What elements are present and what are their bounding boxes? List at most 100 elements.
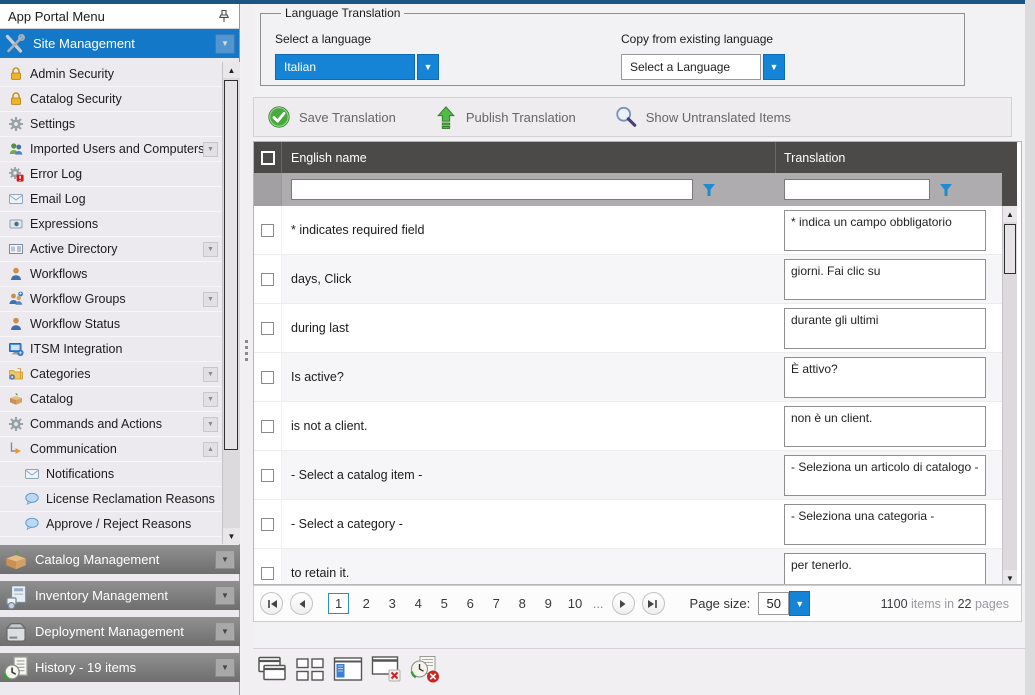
- sidebar-section-catalog-management[interactable]: Catalog Management▼: [0, 545, 240, 574]
- sidebar-item-workflow-groups[interactable]: Workflow Groups▼: [0, 287, 222, 312]
- row-checkbox[interactable]: [261, 322, 274, 335]
- publish-translation-button[interactable]: Publish Translation: [434, 105, 576, 129]
- filter-funnel-icon[interactable]: [939, 183, 953, 197]
- delete-history-icon[interactable]: [408, 655, 441, 684]
- chevron-down-icon[interactable]: ▼: [789, 591, 810, 616]
- chevron-up-icon[interactable]: ▲: [203, 442, 218, 457]
- chevron-down-icon[interactable]: ▼: [417, 54, 439, 80]
- sidebar-item-commands-and-actions[interactable]: Commands and Actions▼: [0, 412, 222, 437]
- chevron-down-icon[interactable]: ▼: [763, 54, 785, 80]
- page-number-5[interactable]: 5: [438, 596, 451, 611]
- sidebar-section-site-management[interactable]: Site Management ▼: [0, 29, 239, 58]
- translation-input[interactable]: [784, 308, 986, 349]
- scrollbar-thumb[interactable]: [224, 80, 238, 450]
- sidebar-section-deployment-management[interactable]: Deployment Management▼: [0, 617, 240, 646]
- language-select-value[interactable]: Italian: [275, 54, 415, 80]
- chevron-down-icon[interactable]: ▼: [203, 392, 218, 407]
- sidebar-section-history-19-items[interactable]: History - 19 items▼: [0, 653, 240, 682]
- page-number-6[interactable]: 6: [464, 596, 477, 611]
- sidebar-item-catalog-security[interactable]: Catalog Security: [0, 87, 222, 112]
- sidebar-item-expressions[interactable]: Expressions: [0, 212, 222, 237]
- sidebar-item-communication[interactable]: Communication▲: [0, 437, 222, 462]
- page-ellipsis[interactable]: ...: [593, 596, 604, 611]
- sidebar-item-approve-reject-reasons[interactable]: Approve / Reject Reasons: [0, 512, 222, 537]
- sidebar-item-license-reclamation-reasons[interactable]: License Reclamation Reasons: [0, 487, 222, 512]
- tile-windows-icon[interactable]: [294, 655, 327, 684]
- page-number-9[interactable]: 9: [542, 596, 555, 611]
- scroll-down-icon[interactable]: ▼: [1003, 570, 1017, 585]
- chevron-down-icon[interactable]: ▼: [215, 34, 235, 54]
- row-checkbox[interactable]: [261, 371, 274, 384]
- row-checkbox[interactable]: [261, 224, 274, 237]
- translation-input[interactable]: [784, 553, 986, 585]
- translation-input[interactable]: [784, 357, 986, 398]
- chevron-down-icon[interactable]: ▼: [203, 142, 218, 157]
- translation-input[interactable]: [784, 210, 986, 251]
- chevron-down-icon[interactable]: ▼: [203, 367, 218, 382]
- sidebar-item-email-log[interactable]: Email Log: [0, 187, 222, 212]
- page-number-4[interactable]: 4: [412, 596, 425, 611]
- select-all-checkbox[interactable]: [261, 151, 275, 165]
- first-page-button[interactable]: [260, 592, 283, 615]
- show-untranslated-button[interactable]: Show Untranslated Items: [614, 105, 791, 129]
- chevron-down-icon[interactable]: ▼: [215, 550, 235, 569]
- translation-input[interactable]: [784, 406, 986, 447]
- translation-input[interactable]: [784, 455, 986, 496]
- language-select[interactable]: Italian ▼: [275, 54, 439, 80]
- last-page-button[interactable]: [642, 592, 665, 615]
- sidebar-section-inventory-management[interactable]: Inventory Management▼: [0, 581, 240, 610]
- sidebar-item-admin-security[interactable]: Admin Security: [0, 62, 222, 87]
- row-checkbox[interactable]: [261, 273, 274, 286]
- chevron-down-icon[interactable]: ▼: [215, 658, 235, 677]
- sidebar-item-workflows[interactable]: Workflows: [0, 262, 222, 287]
- translation-filter-input[interactable]: [784, 179, 930, 200]
- page-size-value[interactable]: 50: [758, 592, 789, 615]
- page-number-3[interactable]: 3: [386, 596, 399, 611]
- row-checkbox[interactable]: [261, 567, 274, 580]
- sidebar-scrollbar[interactable]: ▲ ▼: [222, 62, 240, 544]
- sidebar-item-categories[interactable]: Categories▼: [0, 362, 222, 387]
- page-number-10[interactable]: 10: [568, 596, 582, 611]
- sidebar-item-imported-users-and-computers[interactable]: Imported Users and Computers▼: [0, 137, 222, 162]
- page-number-2[interactable]: 2: [360, 596, 373, 611]
- row-checkbox[interactable]: [261, 420, 274, 433]
- sidebar-item-error-log[interactable]: Error Log: [0, 162, 222, 187]
- chevron-down-icon[interactable]: ▼: [203, 242, 218, 257]
- chevron-down-icon[interactable]: ▼: [203, 292, 218, 307]
- row-checkbox[interactable]: [261, 518, 274, 531]
- sidebar-item-workflow-status[interactable]: Workflow Status: [0, 312, 222, 337]
- scroll-up-icon[interactable]: ▲: [223, 62, 240, 78]
- page-number-7[interactable]: 7: [490, 596, 503, 611]
- chevron-down-icon[interactable]: ▼: [215, 586, 235, 605]
- chevron-down-icon[interactable]: ▼: [203, 417, 218, 432]
- next-page-button[interactable]: [612, 592, 635, 615]
- pin-icon[interactable]: [217, 9, 231, 23]
- save-translation-button[interactable]: Save Translation: [267, 105, 396, 129]
- sidebar-item-active-directory[interactable]: Active Directory▼: [0, 237, 222, 262]
- page-number-1[interactable]: 1: [328, 593, 349, 614]
- cascade-windows-icon[interactable]: [256, 655, 289, 684]
- close-window-icon[interactable]: [370, 655, 403, 684]
- previous-page-button[interactable]: [290, 592, 313, 615]
- sidebar-item-catalog[interactable]: Catalog▼: [0, 387, 222, 412]
- split-view-window-icon[interactable]: [332, 655, 365, 684]
- english-filter-input[interactable]: [291, 179, 693, 200]
- page-number-8[interactable]: 8: [516, 596, 529, 611]
- scroll-up-icon[interactable]: ▲: [1003, 206, 1017, 222]
- sidebar-item-itsm-integration[interactable]: ITSM Integration: [0, 337, 222, 362]
- scrollbar-thumb[interactable]: [1004, 224, 1016, 274]
- sidebar-item-notifications[interactable]: Notifications: [0, 462, 222, 487]
- sidebar-splitter[interactable]: [241, 4, 253, 695]
- scroll-down-icon[interactable]: ▼: [223, 528, 240, 544]
- column-header-translation[interactable]: Translation: [776, 142, 1017, 173]
- row-checkbox[interactable]: [261, 469, 274, 482]
- grid-scrollbar[interactable]: ▲ ▼: [1002, 206, 1017, 585]
- translation-input[interactable]: [784, 259, 986, 300]
- chevron-down-icon[interactable]: ▼: [215, 622, 235, 641]
- copy-language-select-value[interactable]: Select a Language: [621, 54, 761, 80]
- sidebar-item-settings[interactable]: Settings: [0, 112, 222, 137]
- filter-funnel-icon[interactable]: [702, 183, 716, 197]
- translation-input[interactable]: [784, 504, 986, 545]
- copy-language-select[interactable]: Select a Language ▼: [621, 54, 785, 80]
- column-header-english[interactable]: English name: [282, 142, 776, 173]
